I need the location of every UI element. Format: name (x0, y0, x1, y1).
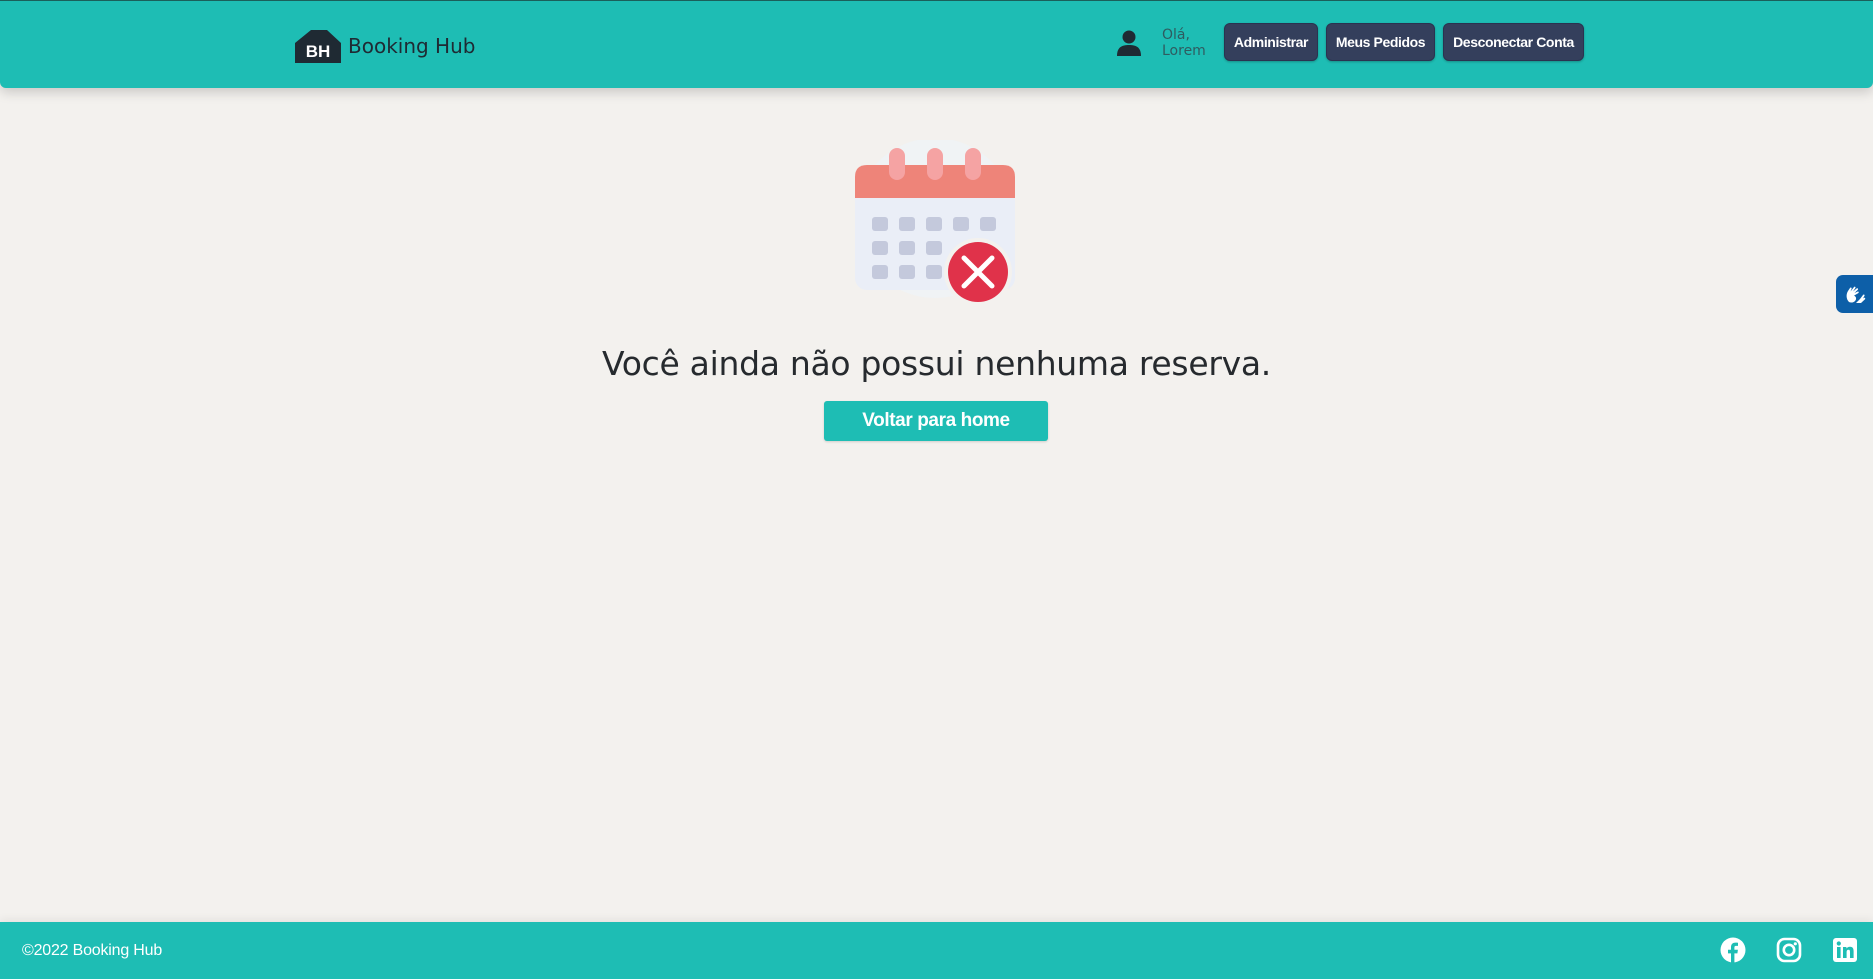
user-greeting: Olá, Lorem (1114, 27, 1206, 59)
accessibility-widget-button[interactable] (1836, 275, 1873, 313)
top-navbar: BH Booking Hub Olá, Lorem Administrar Me… (0, 0, 1873, 88)
empty-reservations-message: Você ainda não possui nenhuma reserva. (602, 344, 1271, 383)
logo-mark-text: BH (306, 42, 331, 61)
admin-button[interactable]: Administrar (1224, 23, 1318, 61)
brand-name: Booking Hub (348, 34, 476, 58)
back-to-home-button[interactable]: Voltar para home (824, 401, 1048, 441)
footer: ©2022 Booking Hub (0, 922, 1873, 979)
linkedin-link[interactable] (1832, 937, 1858, 963)
logout-button[interactable]: Desconectar Conta (1443, 23, 1584, 61)
greeting-username: Lorem (1162, 43, 1206, 59)
instagram-link[interactable] (1776, 937, 1802, 963)
greeting-text: Olá, Lorem (1162, 27, 1206, 59)
facebook-link[interactable] (1720, 937, 1746, 963)
my-orders-button[interactable]: Meus Pedidos (1326, 23, 1435, 61)
user-icon (1117, 30, 1141, 56)
linkedin-icon (1833, 938, 1857, 962)
footer-copyright: ©2022 Booking Hub (22, 942, 163, 959)
greeting-hello: Olá, (1162, 27, 1190, 43)
calendar-cancel-icon (855, 140, 1015, 306)
instagram-icon (1776, 937, 1802, 963)
facebook-icon (1720, 937, 1746, 963)
sign-language-hands-icon (1846, 286, 1865, 303)
house-logo-icon: BH (295, 30, 341, 63)
brand-logo-link[interactable]: BH Booking Hub (293, 28, 475, 64)
